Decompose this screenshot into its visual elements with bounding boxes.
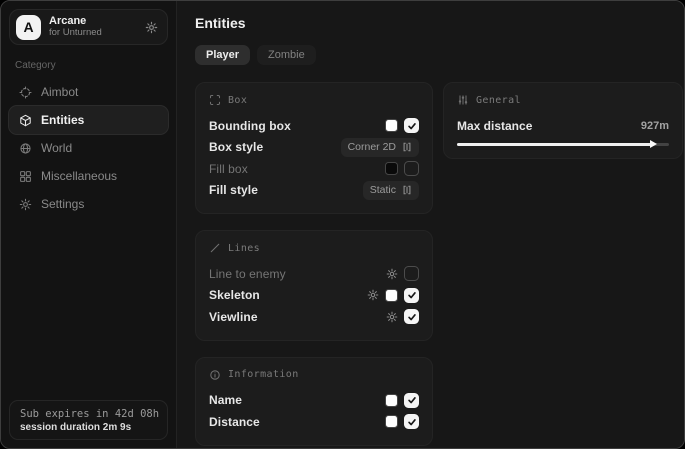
checkbox[interactable] xyxy=(404,393,419,408)
setting-row-distance: Distance xyxy=(209,411,419,433)
color-swatch[interactable] xyxy=(385,119,398,132)
gear-icon[interactable] xyxy=(145,21,158,34)
setting-row-box-style: Box style Corner 2D xyxy=(209,137,419,159)
information-section-card: Information Name Distance xyxy=(195,357,433,446)
slider-value: 927m xyxy=(641,120,669,132)
dropdown-value: Corner 2D xyxy=(348,141,396,153)
checkbox[interactable] xyxy=(404,266,419,281)
color-swatch[interactable] xyxy=(385,415,398,428)
setting-label: Bounding box xyxy=(209,119,291,133)
gear-icon xyxy=(19,198,32,211)
cube-icon xyxy=(19,114,32,127)
setting-label: Fill box xyxy=(209,162,248,176)
slider-thumb[interactable] xyxy=(650,140,657,148)
info-icon xyxy=(209,369,221,381)
sidebar-item-label: Miscellaneous xyxy=(41,169,117,183)
box-style-dropdown[interactable]: Corner 2D xyxy=(341,138,419,157)
checkbox[interactable] xyxy=(404,161,419,176)
sidebar-item-entities[interactable]: Entities xyxy=(9,106,168,134)
tab-label: Player xyxy=(206,49,239,61)
section-title: Box xyxy=(228,95,247,106)
main-panel: Entities Player Zombie xyxy=(177,1,685,448)
tab-player[interactable]: Player xyxy=(195,45,250,65)
category-label: Category xyxy=(15,60,168,71)
globe-icon xyxy=(19,142,32,155)
logo-card: A Arcane for Unturned xyxy=(9,9,168,45)
sliders-icon xyxy=(457,94,469,106)
setting-row-max-distance: Max distance 927m xyxy=(457,115,669,137)
unfold-icon xyxy=(402,142,412,152)
sidebar-item-aimbot[interactable]: Aimbot xyxy=(9,78,168,106)
dropdown-value: Static xyxy=(370,184,396,196)
setting-row-line-to-enemy: Line to enemy xyxy=(209,263,419,285)
general-section-card: General Max distance 927m xyxy=(443,82,683,159)
grid-icon xyxy=(19,170,32,183)
section-title: Information xyxy=(228,369,299,380)
section-title: Lines xyxy=(228,243,260,254)
box-section-card: Box Bounding box Box style xyxy=(195,82,433,214)
entity-tabs: Player Zombie xyxy=(195,45,683,65)
setting-label: Skeleton xyxy=(209,288,260,302)
lines-section-card: Lines Line to enemy xyxy=(195,230,433,341)
fill-style-dropdown[interactable]: Static xyxy=(363,181,419,200)
setting-label: Viewline xyxy=(209,310,258,324)
sidebar-item-label: Settings xyxy=(41,197,84,211)
setting-row-skeleton: Skeleton xyxy=(209,285,419,307)
sidebar-item-label: World xyxy=(41,141,72,155)
checkbox[interactable] xyxy=(404,309,419,324)
tab-label: Zombie xyxy=(268,49,305,61)
setting-row-fill-box: Fill box xyxy=(209,158,419,180)
setting-label: Box style xyxy=(209,140,263,154)
setting-label: Max distance xyxy=(457,119,532,133)
max-distance-slider[interactable] xyxy=(457,143,669,146)
section-title: General xyxy=(476,95,521,106)
gear-icon[interactable] xyxy=(367,289,379,301)
app-window: A Arcane for Unturned Category Aimbot xyxy=(0,0,685,449)
sub-expiry-text: Sub expires in 42d 08h xyxy=(20,408,157,420)
app-name: Arcane xyxy=(49,15,102,28)
setting-label: Name xyxy=(209,393,242,407)
setting-row-name: Name xyxy=(209,390,419,412)
setting-label: Fill style xyxy=(209,183,258,197)
unfold-icon xyxy=(402,185,412,195)
setting-row-viewline: Viewline xyxy=(209,306,419,328)
session-duration-text: session duration 2m 9s xyxy=(20,422,157,433)
sidebar-item-label: Entities xyxy=(41,113,84,127)
gear-icon[interactable] xyxy=(386,268,398,280)
page-title: Entities xyxy=(195,15,683,31)
sidebar-item-label: Aimbot xyxy=(41,85,78,99)
setting-label: Distance xyxy=(209,415,260,429)
sidebar: A Arcane for Unturned Category Aimbot xyxy=(1,1,177,448)
color-swatch[interactable] xyxy=(385,394,398,407)
setting-row-bounding-box: Bounding box xyxy=(209,115,419,137)
tab-zombie[interactable]: Zombie xyxy=(257,45,316,65)
app-subtitle: for Unturned xyxy=(49,28,102,39)
app-logo: A xyxy=(16,15,41,40)
sidebar-item-miscellaneous[interactable]: Miscellaneous xyxy=(9,162,168,190)
setting-row-fill-style: Fill style Static xyxy=(209,180,419,202)
checkbox[interactable] xyxy=(404,288,419,303)
setting-label: Line to enemy xyxy=(209,267,286,281)
box-corners-icon xyxy=(209,94,221,106)
sidebar-item-settings[interactable]: Settings xyxy=(9,190,168,218)
gear-icon[interactable] xyxy=(386,311,398,323)
checkbox[interactable] xyxy=(404,118,419,133)
color-swatch[interactable] xyxy=(385,162,398,175)
color-swatch[interactable] xyxy=(385,289,398,302)
checkbox[interactable] xyxy=(404,414,419,429)
crosshair-icon xyxy=(19,86,32,99)
subscription-status-card: Sub expires in 42d 08h session duration … xyxy=(9,400,168,440)
sidebar-item-world[interactable]: World xyxy=(9,134,168,162)
diagonal-line-icon xyxy=(209,242,221,254)
